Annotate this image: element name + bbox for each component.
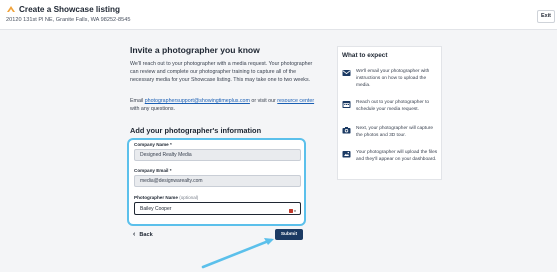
annotation-arrow (201, 238, 274, 269)
